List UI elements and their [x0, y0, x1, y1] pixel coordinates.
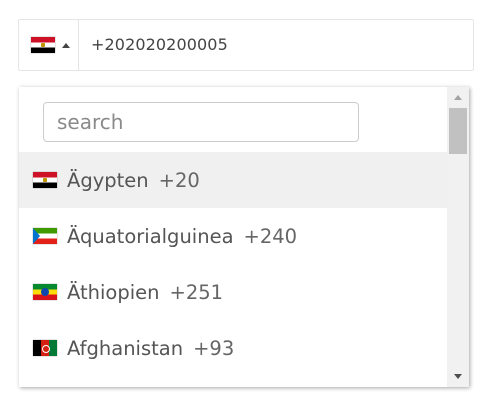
dial-code: +93	[193, 336, 235, 360]
country-name: Ägypten	[67, 168, 149, 192]
dial-code: +251	[169, 280, 224, 304]
phone-number-input[interactable]: +202020200005	[91, 20, 228, 70]
flag-egypt-icon	[33, 172, 57, 188]
country-item-equatorial-guinea[interactable]: Äquatorialguinea +240	[19, 208, 447, 264]
dial-code: +240	[243, 224, 298, 248]
flag-afghanistan-icon	[33, 340, 57, 356]
search-input[interactable]	[43, 102, 359, 142]
scrollbar-thumb[interactable]	[449, 108, 467, 154]
flag-ethiopia-icon	[33, 284, 57, 300]
country-item-afghanistan[interactable]: Afghanistan +93	[19, 320, 447, 376]
country-list: Ägypten +20 Äquatorialguinea +240 Äthiop…	[19, 152, 447, 376]
country-name: Äthiopien	[67, 280, 160, 304]
country-name: Äquatorialguinea	[67, 224, 234, 248]
scroll-up-arrow-icon[interactable]	[454, 95, 462, 100]
flag-equatorial-guinea-icon	[33, 228, 57, 244]
scroll-down-arrow-icon[interactable]	[454, 374, 462, 379]
phone-number-field: +202020200005	[18, 19, 474, 71]
country-code-selector[interactable]	[19, 20, 79, 70]
country-dropdown: Ägypten +20 Äquatorialguinea +240 Äthiop…	[19, 87, 469, 387]
flag-egypt-icon	[31, 37, 55, 53]
scrollbar[interactable]	[447, 87, 469, 387]
country-name: Afghanistan	[67, 336, 184, 360]
chevron-up-icon	[62, 42, 70, 48]
country-item-egypt[interactable]: Ägypten +20	[19, 152, 447, 208]
country-item-ethiopia[interactable]: Äthiopien +251	[19, 264, 447, 320]
dial-code: +20	[158, 168, 200, 192]
